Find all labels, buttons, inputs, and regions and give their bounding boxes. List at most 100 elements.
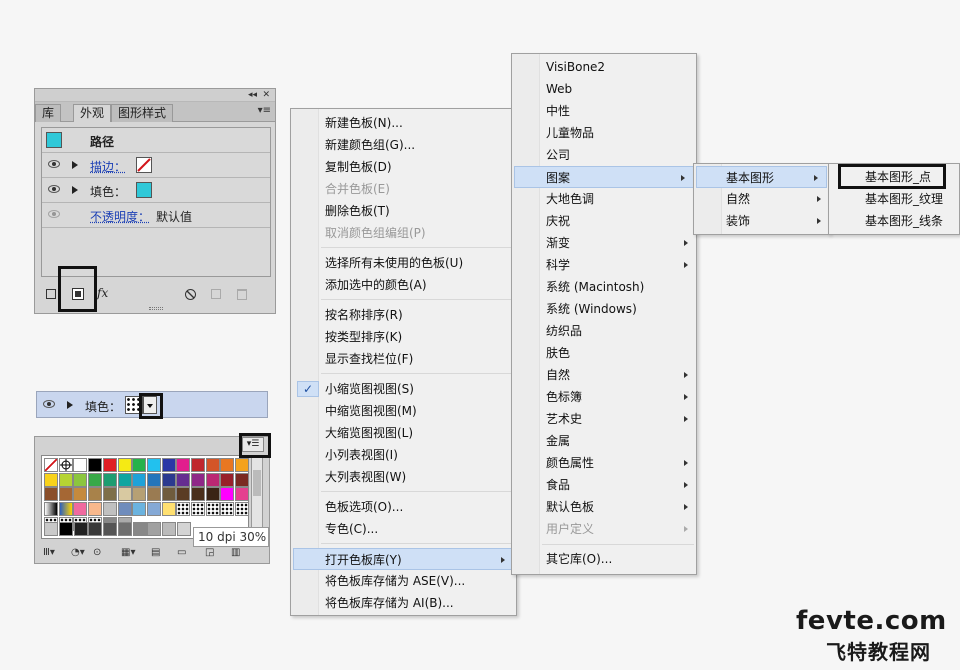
menu-item-library-21[interactable]: 用户定义 [512, 518, 696, 540]
swatch-cell[interactable] [132, 502, 147, 517]
menu-item-main-14[interactable]: 小列表视图(I) [291, 444, 516, 466]
menu-item-library-19[interactable]: 食品 [512, 474, 696, 496]
stroke-label[interactable]: 描边： [90, 158, 126, 175]
folder-icon[interactable] [44, 522, 58, 536]
swatch-cell[interactable] [176, 458, 191, 472]
menu-item-main-10[interactable]: 显示查找栏位(F) [291, 348, 516, 370]
menu-item-library-9[interactable]: 科学 [512, 254, 696, 276]
menu-item-library-4[interactable]: 公司 [512, 144, 696, 166]
eye-icon[interactable] [48, 185, 60, 193]
swatch-cell[interactable] [176, 472, 191, 487]
menu-item-main-5[interactable]: 取消颜色组编组(P) [291, 222, 516, 244]
swatch-cell[interactable] [58, 487, 73, 502]
menu-item-main-17[interactable]: 专色(C)... [291, 518, 516, 540]
swatch-options-icon[interactable]: ⊙ [93, 547, 101, 558]
swatch-cell[interactable] [73, 522, 88, 536]
menu-item-library-11[interactable]: 系统 (Windows) [512, 298, 696, 320]
swatch-cell[interactable] [88, 487, 103, 502]
swatch-cell[interactable] [161, 487, 176, 502]
menu-item-library-17[interactable]: 金属 [512, 430, 696, 452]
swatch-cell[interactable] [44, 458, 58, 472]
menu-item-library-other[interactable]: 其它库(O)... [512, 548, 696, 570]
swatch-cell[interactable] [59, 522, 73, 536]
swatch-cell[interactable] [73, 502, 88, 517]
swatch-cell[interactable] [161, 522, 176, 536]
swatch-cell[interactable] [205, 487, 220, 502]
resize-grip[interactable] [149, 307, 163, 310]
swatch-cell[interactable] [117, 502, 132, 517]
trash-icon[interactable] [237, 289, 247, 300]
add-stroke-icon[interactable] [46, 289, 56, 299]
menu-item-main-6[interactable]: 选择所有未使用的色板(U) [291, 252, 516, 274]
menu-item-pattern-1[interactable]: 自然 [694, 188, 829, 210]
swatch-cell[interactable] [88, 502, 103, 517]
swatch-cell[interactable] [146, 487, 161, 502]
tab-library[interactable]: 库 [35, 104, 62, 122]
swatch-cell[interactable] [235, 458, 250, 472]
swatch-cell[interactable] [191, 487, 205, 502]
swatch-cell[interactable] [220, 487, 235, 502]
swatch-cell[interactable] [220, 458, 235, 472]
swatch-cell[interactable] [44, 487, 58, 502]
menu-item-main-13[interactable]: 大缩览图视图(L) [291, 422, 516, 444]
tab-graphic-styles[interactable]: 图形样式 [111, 104, 174, 122]
swatch-cell[interactable] [117, 458, 132, 472]
menu-item-library-16[interactable]: 艺术史 [512, 408, 696, 430]
menu-item-library-7[interactable]: 庆祝 [512, 210, 696, 232]
swatch-cell[interactable] [117, 472, 132, 487]
menu-item-main-9[interactable]: 按类型排序(K) [291, 326, 516, 348]
swatch-cell[interactable] [176, 502, 191, 517]
menu-item-main-2[interactable]: 复制色板(D) [291, 156, 516, 178]
swatch-cell[interactable] [235, 502, 250, 517]
swatch-cell[interactable] [205, 458, 220, 472]
stroke-row[interactable]: 描边： [42, 153, 270, 178]
new-swatch-icon[interactable]: ◲ [205, 547, 214, 558]
swatch-cell[interactable] [44, 472, 58, 487]
swatch-cell[interactable] [161, 472, 176, 487]
eye-icon[interactable] [48, 160, 60, 168]
swatch-cell[interactable] [176, 522, 191, 536]
stroke-none-swatch[interactable] [136, 157, 152, 173]
swatch-cell[interactable] [132, 487, 147, 502]
library-menu-icon[interactable]: Ⅲ▾ [43, 547, 55, 558]
swatch-cell[interactable] [102, 502, 117, 517]
swatch-cell[interactable] [205, 472, 220, 487]
menu-item-library-10[interactable]: 系统 (Macintosh) [512, 276, 696, 298]
swatch-cell[interactable] [73, 458, 88, 472]
opacity-row[interactable]: 不透明度： 默认值 [42, 203, 270, 228]
menu-item-main-7[interactable]: 添加选中的颜色(A) [291, 274, 516, 296]
swatch-cell[interactable] [147, 522, 162, 536]
menu-item-library-18[interactable]: 颜色属性 [512, 452, 696, 474]
swatch-cell[interactable] [88, 522, 103, 536]
swatch-cell[interactable] [132, 472, 147, 487]
menu-item-main-12[interactable]: 中缩览图视图(M) [291, 400, 516, 422]
swatch-cell[interactable] [176, 487, 191, 502]
panel-menu-icon[interactable]: ▾≡ [258, 105, 271, 116]
swatch-cell[interactable] [146, 458, 161, 472]
menu-item-library-12[interactable]: 纺织品 [512, 320, 696, 342]
fx-icon[interactable]: fx [97, 286, 108, 300]
menu-item-main-8[interactable]: 按名称排序(R) [291, 304, 516, 326]
path-row[interactable]: 路径 [42, 128, 270, 153]
trash-icon[interactable]: ▥ [231, 547, 240, 558]
menu-item-library-2[interactable]: 中性 [512, 100, 696, 122]
swatch-cell[interactable] [88, 458, 103, 472]
opacity-label[interactable]: 不透明度： [90, 208, 150, 225]
menu-item-main-19[interactable]: 将色板库存储为 ASE(V)... [291, 570, 516, 592]
swatch-cell[interactable] [132, 522, 147, 536]
swatch-cell[interactable] [191, 458, 205, 472]
swatch-cell[interactable] [117, 487, 132, 502]
menu-item-pattern-2[interactable]: 装饰 [694, 210, 829, 232]
menu-item-library-15[interactable]: 色标簿 [512, 386, 696, 408]
swatch-cell[interactable] [102, 487, 117, 502]
menu-item-library-6[interactable]: 大地色调 [512, 188, 696, 210]
menu-item-main-11[interactable]: 小缩览图视图(S) ✓ [291, 378, 516, 400]
eye-icon[interactable] [48, 210, 60, 218]
swatch-cell[interactable] [58, 472, 73, 487]
menu-item-main-3[interactable]: 合并色板(E) [291, 178, 516, 200]
swatch-cell[interactable] [58, 458, 73, 472]
menu-item-main-18[interactable]: 打开色板库(Y) [293, 548, 514, 570]
clear-appearance-icon[interactable] [185, 289, 196, 300]
folder-icon[interactable]: ▭ [177, 547, 186, 558]
swatch-cell[interactable] [117, 522, 132, 536]
